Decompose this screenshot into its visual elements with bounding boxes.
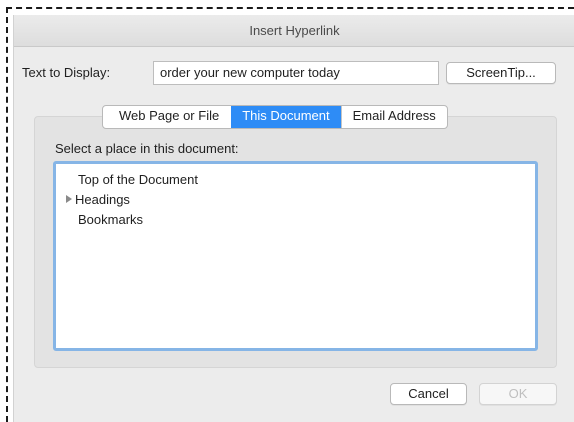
place-item-bookmarks[interactable]: Bookmarks	[78, 212, 143, 227]
tab-this-document[interactable]: This Document	[231, 106, 341, 128]
ok-button[interactable]: OK	[479, 383, 557, 405]
dialog-titlebar[interactable]: Insert Hyperlink	[14, 15, 574, 47]
text-to-display-label: Text to Display:	[22, 65, 111, 80]
tab-web-page-or-file[interactable]: Web Page or File	[103, 106, 231, 128]
cancel-button[interactable]: Cancel	[390, 383, 467, 405]
disclosure-triangle-icon[interactable]	[66, 195, 72, 203]
place-item-label: Top of the Document	[78, 172, 198, 187]
place-item-headings[interactable]: Headings	[66, 192, 130, 207]
place-item-top-of-document[interactable]: Top of the Document	[78, 172, 198, 187]
link-type-tabs: Web Page or File This Document Email Add…	[102, 105, 448, 129]
document-place-list[interactable]: Top of the Document Headings Bookmarks	[53, 161, 538, 351]
insert-hyperlink-dialog: Insert Hyperlink Text to Display: order …	[13, 15, 574, 422]
dialog-title: Insert Hyperlink	[249, 23, 340, 38]
screentip-button[interactable]: ScreenTip...	[446, 62, 556, 84]
select-place-label: Select a place in this document:	[55, 141, 239, 156]
text-to-display-input[interactable]: order your new computer today	[153, 61, 439, 85]
place-item-label: Bookmarks	[78, 212, 144, 227]
place-item-label: Headings	[75, 192, 130, 207]
screenshot-page: Insert Hyperlink Text to Display: order …	[0, 0, 574, 422]
selection-border-left	[6, 7, 8, 422]
tab-email-address[interactable]: Email Address	[340, 106, 447, 128]
selection-border-top	[6, 7, 574, 9]
